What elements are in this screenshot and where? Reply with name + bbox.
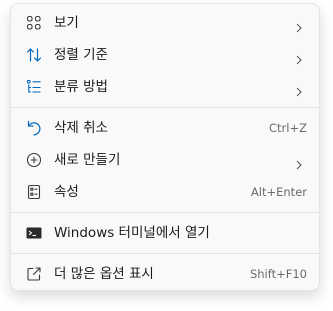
menu-separator [11,107,319,108]
add-circle-icon [26,152,42,168]
menu-separator [11,212,319,213]
menu-item-open-terminal[interactable]: Windows 터미널에서 열기 [15,219,315,247]
menu-item-more-options[interactable]: 더 많은 옵션 표시 Shift+F10 [15,260,315,288]
chevron-right-icon [295,155,303,170]
context-menu: 보기 정렬 기준 분류 방법 삭제 취소 Ctrl+Z 새로 만들기 속성 Al… [10,3,320,291]
menu-item-label: Windows 터미널에서 열기 [54,225,210,241]
menu-item-label: 새로 만들기 [54,152,121,168]
menu-separator [11,253,319,254]
properties-icon [26,184,42,200]
terminal-icon [26,225,42,241]
menu-item-label: 분류 방법 [54,79,108,95]
grid-icon [26,15,42,31]
chevron-right-icon [295,82,303,97]
menu-item-label: 더 많은 옵션 표시 [54,266,154,282]
chevron-right-icon [295,50,303,65]
menu-item-label: 속성 [54,184,79,200]
chevron-right-icon [295,18,303,33]
sort-arrows-icon [26,47,42,63]
menu-item-group[interactable]: 분류 방법 [15,73,315,101]
menu-item-label: 정렬 기준 [54,47,108,63]
list-group-icon [26,79,42,95]
shortcut-text: Shift+F10 [249,267,307,281]
open-external-icon [26,266,42,282]
menu-item-view[interactable]: 보기 [15,9,315,37]
undo-icon [26,120,42,136]
menu-item-undo[interactable]: 삭제 취소 Ctrl+Z [15,114,315,142]
menu-item-label: 삭제 취소 [54,120,108,136]
menu-item-sort[interactable]: 정렬 기준 [15,41,315,69]
shortcut-text: Alt+Enter [250,185,307,199]
menu-item-properties[interactable]: 속성 Alt+Enter [15,178,315,206]
shortcut-text: Ctrl+Z [269,121,307,135]
menu-item-label: 보기 [54,15,79,31]
menu-item-new[interactable]: 새로 만들기 [15,146,315,174]
